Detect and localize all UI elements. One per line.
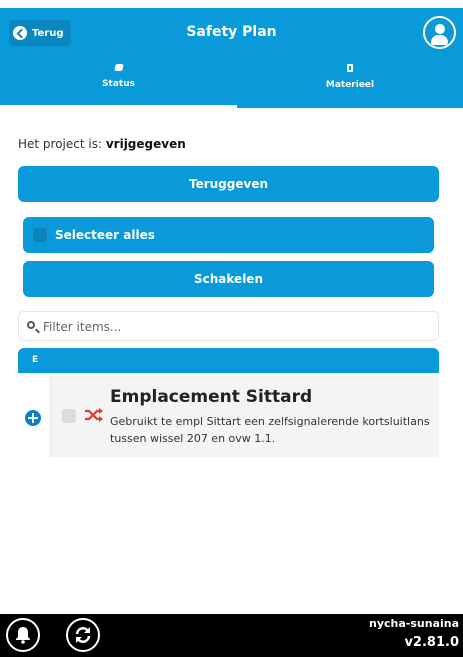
item-title: Emplacement Sittard [110, 387, 313, 407]
user-icon[interactable] [423, 16, 456, 49]
status-bar [0, 0, 463, 8]
bell-icon [16, 627, 30, 644]
search-icon [27, 321, 35, 329]
app-version: v2.81.0 [404, 635, 459, 650]
tab-status-label: Status [102, 79, 135, 89]
app-header: Terug Safety Plan [0, 8, 463, 58]
project-status-value: vrijgegeven [105, 137, 186, 151]
tab-status[interactable]: Status [0, 58, 237, 108]
tab-bar: Status Materieel [0, 58, 463, 108]
footer-bar: nycha-sunaina v2.81.0 [0, 614, 463, 657]
plus-circle-icon[interactable] [25, 410, 41, 426]
filter-input[interactable] [43, 317, 433, 337]
sync-button[interactable] [66, 618, 100, 652]
tab-materieel-label: Materieel [325, 80, 375, 90]
group-header: E [18, 348, 439, 373]
list-item[interactable]: Emplacement Sittard Gebruikt te empl Sit… [18, 376, 439, 457]
project-status-prefix: Het project is: [18, 137, 106, 151]
tab-materieel[interactable]: Materieel [237, 58, 463, 108]
select-all-checkbox[interactable] [33, 228, 47, 242]
status-icon [113, 64, 124, 71]
filter-box [18, 311, 439, 341]
item-description: Gebruikt te empl Sittart een zelfsignale… [110, 415, 430, 445]
item-checkbox[interactable] [62, 409, 76, 423]
sync-icon [75, 627, 91, 643]
page-title: Safety Plan [186, 24, 277, 40]
project-status-line: Het project is: vrijgegeven [18, 137, 186, 151]
teruggeven-button[interactable]: Teruggeven [18, 166, 439, 202]
select-all-label: Selecteer alles [55, 228, 155, 242]
schakelen-button[interactable]: Schakelen [23, 261, 434, 297]
expand-cell[interactable] [18, 376, 51, 457]
mobile-icon [347, 64, 353, 72]
select-all-button[interactable]: Selecteer alles [23, 217, 434, 253]
footer-username: nycha-sunaina [369, 617, 459, 630]
shuffle-icon [85, 408, 103, 422]
notifications-button[interactable] [6, 618, 40, 652]
